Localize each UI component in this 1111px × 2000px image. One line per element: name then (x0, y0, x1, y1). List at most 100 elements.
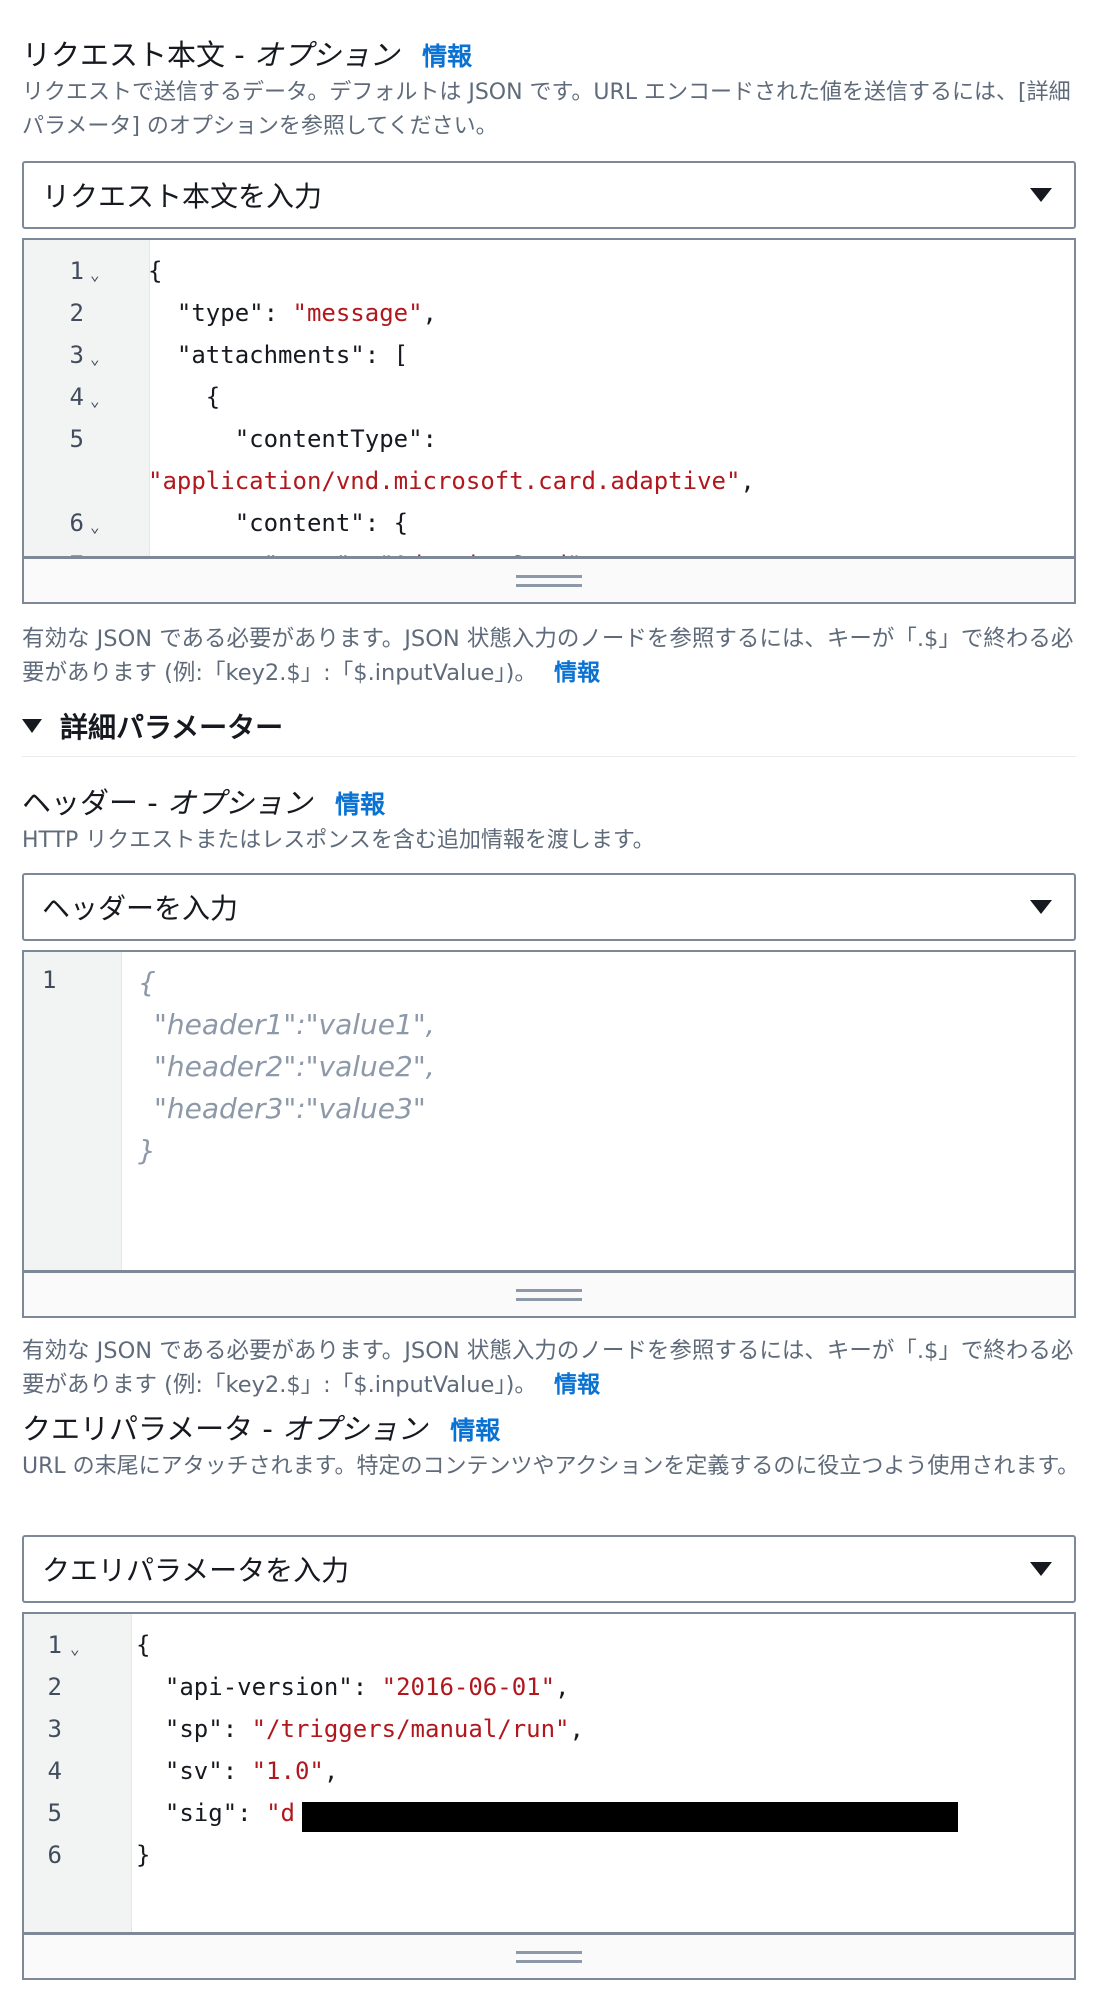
code-key: { (136, 1631, 151, 1659)
line-number: 6 (47, 1841, 62, 1869)
code-text: "application/vnd.microsoft.card.adaptive… (148, 460, 755, 502)
code-text: "type": "AdaptiveCard", (148, 544, 596, 556)
code-punct: , (555, 1673, 570, 1701)
code-key: "sp": (164, 1715, 252, 1743)
code-string: "AdaptiveCard" (379, 551, 581, 556)
line-number: 5 (69, 425, 84, 453)
headers-help: 有効な JSON である必要があります。JSON 状態入力のノードを参照するには… (22, 1334, 1092, 1402)
editor-gutter (24, 952, 122, 1270)
resize-grip-icon (516, 1289, 582, 1301)
code-text: "type": "message", (148, 292, 437, 334)
headers-editor[interactable]: 1 { "header1":"value1", "header2":"value… (22, 950, 1076, 1272)
redaction-bar (302, 1802, 958, 1832)
request-body-title: リクエスト本文 - オプション 情報 (22, 32, 472, 74)
request-body-help: 有効な JSON である必要があります。JSON 状態入力のノードを参照するには… (22, 622, 1092, 690)
headers-title: ヘッダー - オプション 情報 (22, 780, 385, 822)
query-select[interactable]: クエリパラメータを入力 (22, 1535, 1076, 1603)
code-string: "1.0" (251, 1757, 324, 1785)
code-punct: , (581, 551, 595, 556)
headers-placeholder-line: "header2":"value2", (154, 1050, 435, 1083)
headers-placeholder-line: "header1":"value1", (154, 1008, 435, 1041)
query-title-text: クエリパラメータ - (22, 1412, 273, 1446)
code-key: { (205, 383, 221, 411)
code-line: 7 "type": "AdaptiveCard", (24, 544, 1074, 556)
code-key: "api-version": (164, 1673, 382, 1701)
request-body-description: リクエストで送信するデータ。デフォルトは JSON です。URL エンコードされ… (22, 80, 1071, 139)
fold-chevron-icon[interactable]: ⌄ (90, 254, 100, 296)
request-body-help-text: 有効な JSON である必要があります。JSON 状態入力のノードを参照するには… (22, 626, 1074, 686)
line-number: 1 (42, 966, 57, 994)
fold-chevron-icon[interactable]: ⌄ (90, 380, 100, 422)
code-line: 2 "type": "message", (24, 292, 1074, 334)
code-text: "sig": "d (136, 1792, 295, 1834)
query-select-label: クエリパラメータを入力 (42, 1554, 350, 1587)
code-text: "sv": "1.0", (136, 1750, 338, 1792)
resize-grip-icon (516, 575, 582, 587)
code-text: { (148, 250, 162, 292)
fold-chevron-icon[interactable]: ⌄ (90, 338, 100, 380)
advanced-parameters-toggle[interactable]: 詳細パラメーター (22, 706, 283, 746)
code-string: "2016-06-01" (381, 1673, 556, 1701)
code-key: "contentType": (234, 425, 437, 453)
line-number: 4 (47, 1757, 62, 1785)
code-key: "sv": (164, 1757, 252, 1785)
code-line: 4 "sv": "1.0", (24, 1750, 1074, 1792)
code-line: 3 "sp": "/triggers/manual/run", (24, 1708, 1074, 1750)
headers-info-link[interactable]: 情報 (335, 790, 385, 819)
query-editor[interactable]: 1 ⌄{2 "api-version": "2016-06-01", 3 "sp":… (22, 1612, 1076, 1934)
line-number: 3 (69, 341, 84, 369)
headers-resize-handle[interactable] (22, 1272, 1076, 1318)
request-body-select-label: リクエスト本文を入力 (42, 180, 323, 213)
divider (22, 756, 1076, 757)
headers-placeholder-line: { (138, 966, 156, 999)
code-line: 1 ⌄{ (24, 1624, 1074, 1666)
line-number: 3 (47, 1715, 62, 1743)
line-number: 1 (47, 1631, 62, 1659)
resize-grip-icon (516, 1951, 582, 1963)
query-resize-handle[interactable] (22, 1934, 1076, 1980)
headers-help-info-link[interactable]: 情報 (554, 1372, 600, 1398)
code-line: 6} (24, 1834, 1074, 1876)
headers-placeholder-line: } (138, 1134, 156, 1167)
line-number: 7 (24, 544, 84, 556)
line-number: 6 (69, 509, 84, 537)
request-body-resize-handle[interactable] (22, 558, 1076, 604)
code-text: "api-version": "2016-06-01", (136, 1666, 570, 1708)
code-string: "message" (292, 299, 423, 327)
editor-lines: 1 ⌄{2 "type": "message", 3 ⌄ "attachments":… (24, 250, 1074, 556)
code-key: { (148, 257, 163, 285)
headers-placeholder-line: "header3":"value3" (154, 1092, 426, 1125)
code-string: "application/vnd.microsoft.card.adaptive… (148, 467, 741, 495)
request-body-select[interactable]: リクエスト本文を入力 (22, 161, 1076, 229)
line-number: 5 (47, 1799, 62, 1827)
code-text: } (136, 1834, 150, 1876)
code-line: "application/vnd.microsoft.card.adaptive… (24, 460, 1074, 502)
request-body-editor[interactable]: 1 ⌄{2 "type": "message", 3 ⌄ "attachments":… (22, 238, 1076, 558)
code-punct: , (422, 299, 437, 327)
code-text: { (148, 376, 220, 418)
request-body-info-link[interactable]: 情報 (422, 42, 472, 71)
query-info-link[interactable]: 情報 (450, 1416, 500, 1445)
request-body-title-text: リクエスト本文 - (22, 38, 245, 72)
request-body-help-info-link[interactable]: 情報 (554, 660, 600, 686)
editor-lines: 1 ⌄{2 "api-version": "2016-06-01", 3 "sp":… (24, 1624, 1074, 1876)
code-text: "sp": "/triggers/manual/run", (136, 1708, 584, 1750)
headers-select[interactable]: ヘッダーを入力 (22, 873, 1076, 941)
code-text: "attachments": [ (148, 334, 408, 376)
code-string: "/triggers/manual/run" (251, 1715, 570, 1743)
headers-title-text: ヘッダー - (22, 786, 158, 820)
caret-down-icon (1030, 900, 1052, 914)
code-punct: , (569, 1715, 584, 1743)
fold-chevron-icon[interactable]: ⌄ (70, 1628, 80, 1670)
code-key: "attachments": [ (176, 341, 409, 369)
fold-chevron-icon[interactable]: ⌄ (90, 506, 100, 548)
caret-down-icon (1030, 188, 1052, 202)
code-line: 2 "api-version": "2016-06-01", (24, 1666, 1074, 1708)
headers-select-label: ヘッダーを入力 (42, 892, 239, 925)
